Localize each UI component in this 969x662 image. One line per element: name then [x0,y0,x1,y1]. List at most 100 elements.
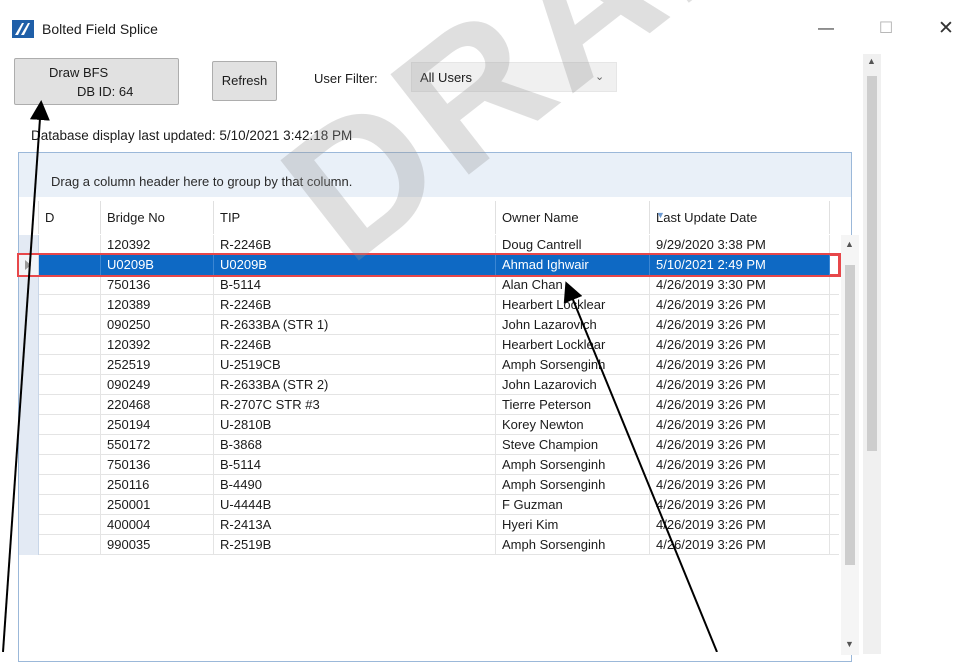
cell-bridge-no[interactable]: 250001 [101,495,214,515]
cell-bridge-no[interactable]: 250116 [101,475,214,495]
cell-last-update-date[interactable]: 4/26/2019 3:26 PM [650,435,830,455]
table-row[interactable]: 400004 R-2413A Hyeri Kim 4/26/2019 3:26 PM [19,515,839,535]
user-filter-select[interactable]: All Users ⌄ [411,62,617,92]
row-indicator[interactable] [19,495,39,515]
cell-tip[interactable]: R-2633BA (STR 1) [214,315,496,335]
cell-owner-name[interactable]: Amph Sorsenginh [496,355,650,375]
scroll-up-icon[interactable]: ▲ [867,56,876,66]
cell-tip[interactable]: U-4444B [214,495,496,515]
grid-scrollbar[interactable]: ▲ ▼ [841,235,859,655]
table-row[interactable]: 120389 R-2246B Hearbert Locklear 4/26/2019 … [19,295,839,315]
cell-owner-name[interactable]: John Lazarovich [496,315,650,335]
cell-bridge-no[interactable]: 090250 [101,315,214,335]
maximize-icon[interactable]: ☐ [866,12,906,46]
cell-owner-name[interactable]: Korey Newton [496,415,650,435]
table-row[interactable]: 252519 U-2519CB Amph Sorsenginh 4/26/2019 3… [19,355,839,375]
cell-d[interactable] [39,535,101,555]
row-indicator[interactable] [19,295,39,315]
row-indicator[interactable] [19,355,39,375]
cell-last-update-date[interactable]: 4/26/2019 3:26 PM [650,455,830,475]
table-row[interactable]: 550172 B-3868 Steve Champion 4/26/2019 3:26… [19,435,839,455]
cell-last-update-date[interactable]: 4/26/2019 3:26 PM [650,375,830,395]
row-indicator[interactable] [19,455,39,475]
cell-bridge-no[interactable]: 120392 [101,335,214,355]
cell-bridge-no[interactable]: 550172 [101,435,214,455]
table-row[interactable]: 090249 R-2633BA (STR 2) John Lazarovich 4/2… [19,375,839,395]
cell-tip[interactable]: U-2519CB [214,355,496,375]
cell-tip[interactable]: B-5114 [214,275,496,295]
cell-owner-name[interactable]: Amph Sorsenginh [496,475,650,495]
cell-tip[interactable]: R-2246B [214,235,496,255]
cell-d[interactable] [39,415,101,435]
cell-tip[interactable]: R-2413A [214,515,496,535]
row-indicator[interactable] [19,335,39,355]
cell-d[interactable] [39,275,101,295]
column-header-last-update-date[interactable]: Last Update Date ▼ [650,201,830,234]
table-row[interactable]: 250001 U-4444B F Guzman 4/26/2019 3:26 PM [19,495,839,515]
cell-bridge-no[interactable]: 220468 [101,395,214,415]
cell-bridge-no[interactable]: U0209B [101,255,214,275]
cell-last-update-date[interactable]: 4/26/2019 3:26 PM [650,475,830,495]
table-row-selected[interactable]: U0209B U0209B Ahmad Ighwair 5/10/2021 2:49 … [17,253,841,277]
cell-tip[interactable]: R-2707C STR #3 [214,395,496,415]
table-row[interactable]: 990035 R-2519B Amph Sorsenginh 4/26/2019 3:… [19,535,839,555]
minimize-icon[interactable]: — [806,12,846,46]
cell-bridge-no[interactable]: 400004 [101,515,214,535]
cell-d[interactable] [39,495,101,515]
cell-last-update-date[interactable]: 4/26/2019 3:30 PM [650,275,830,295]
cell-d[interactable] [39,435,101,455]
cell-owner-name[interactable]: Steve Champion [496,435,650,455]
table-row[interactable]: 090250 R-2633BA (STR 1) John Lazarovich 4/2… [19,315,839,335]
cell-owner-name[interactable]: Doug Cantrell [496,235,650,255]
column-header-d[interactable]: D [39,201,101,234]
cell-bridge-no[interactable]: 090249 [101,375,214,395]
scroll-up-icon[interactable]: ▲ [845,239,854,249]
cell-d[interactable] [39,235,101,255]
cell-bridge-no[interactable]: 990035 [101,535,214,555]
draw-bfs-button[interactable]: Draw BFS DB ID: 64 [14,58,179,105]
cell-owner-name[interactable]: Alan Chan [496,275,650,295]
table-row[interactable]: 250194 U-2810B Korey Newton 4/26/2019 3:26 … [19,415,839,435]
cell-owner-name[interactable]: Hearbert Locklear [496,335,650,355]
cell-tip[interactable]: B-3868 [214,435,496,455]
cell-d[interactable] [39,395,101,415]
cell-d[interactable] [39,355,101,375]
cell-last-update-date[interactable]: 4/26/2019 3:26 PM [650,315,830,335]
scrollbar-thumb[interactable] [845,265,855,565]
row-indicator[interactable] [19,395,39,415]
cell-last-update-date[interactable]: 4/26/2019 3:26 PM [650,355,830,375]
cell-last-update-date[interactable]: 9/29/2020 3:38 PM [650,235,830,255]
cell-tip[interactable]: R-2633BA (STR 2) [214,375,496,395]
table-row[interactable]: 220468 R-2707C STR #3 Tierre Peterson 4/26/… [19,395,839,415]
cell-tip[interactable]: R-2246B [214,335,496,355]
group-by-panel[interactable]: Drag a column header here to group by th… [19,153,851,197]
cell-tip[interactable]: R-2519B [214,535,496,555]
cell-owner-name[interactable]: F Guzman [496,495,650,515]
cell-owner-name[interactable]: John Lazarovich [496,375,650,395]
cell-d[interactable] [39,255,101,275]
row-indicator[interactable] [19,255,39,275]
column-header-tip[interactable]: TIP [214,201,496,234]
cell-d[interactable] [39,335,101,355]
refresh-button[interactable]: Refresh [212,61,277,101]
table-row[interactable]: 120392 R-2246B Hearbert Locklear 4/26/2019 … [19,335,839,355]
table-row[interactable]: 120392 R-2246B Doug Cantrell 9/29/2020 3:38… [19,235,839,255]
scroll-down-icon[interactable]: ▼ [845,639,854,649]
cell-owner-name[interactable]: Amph Sorsenginh [496,535,650,555]
table-row[interactable]: 750136 B-5114 Alan Chan 4/26/2019 3:30 PM [19,275,839,295]
cell-owner-name[interactable]: Hearbert Locklear [496,295,650,315]
cell-tip[interactable]: U0209B [214,255,496,275]
scrollbar-thumb[interactable] [867,76,877,451]
cell-last-update-date[interactable]: 4/26/2019 3:26 PM [650,395,830,415]
cell-last-update-date[interactable]: 4/26/2019 3:26 PM [650,335,830,355]
cell-bridge-no[interactable]: 252519 [101,355,214,375]
row-indicator[interactable] [19,275,39,295]
cell-last-update-date[interactable]: 4/26/2019 3:26 PM [650,295,830,315]
cell-tip[interactable]: U-2810B [214,415,496,435]
cell-owner-name[interactable]: Hyeri Kim [496,515,650,535]
cell-d[interactable] [39,295,101,315]
close-icon[interactable]: ✕ [926,12,966,46]
row-indicator[interactable] [19,315,39,335]
column-header-bridge-no[interactable]: Bridge No [101,201,214,234]
cell-d[interactable] [39,475,101,495]
